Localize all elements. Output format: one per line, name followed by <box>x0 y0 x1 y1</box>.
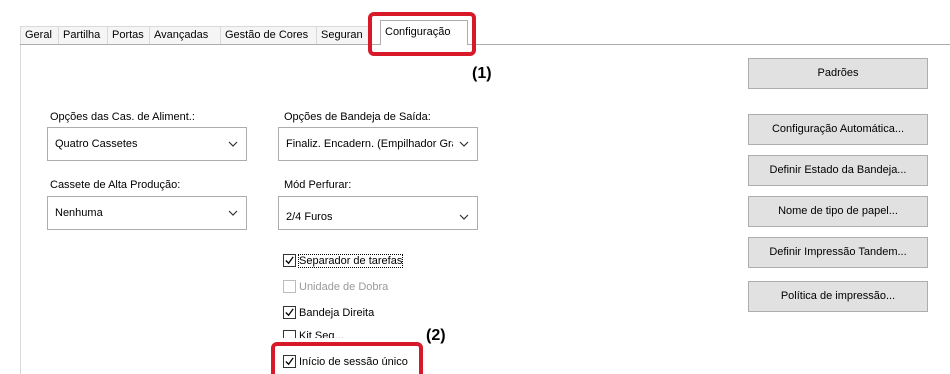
right-tray-checkbox[interactable]: Bandeja Direita <box>283 306 374 319</box>
callout-1: (1) <box>472 65 492 82</box>
paper-source-dropdown[interactable]: Quatro Cassetes <box>47 127 247 161</box>
punch-label: Mód Perfurar: <box>284 179 352 191</box>
callout-2: (2) <box>426 327 446 344</box>
auto-config-button[interactable]: Configuração Automática... <box>748 114 928 145</box>
tab-sharing[interactable]: Partilha <box>58 26 108 44</box>
partial-checkbox[interactable]: Kit Seg... <box>283 330 344 338</box>
fold-unit-label: Unidade de Dobra <box>299 280 389 293</box>
tab-color-management[interactable]: Gestão de Cores <box>220 26 317 44</box>
fold-unit-checkbox[interactable]: Unidade de Dobra <box>283 280 388 293</box>
chevron-down-icon <box>228 210 238 216</box>
tab-security[interactable]: Seguran <box>316 26 372 44</box>
paper-source-value: Quatro Cassetes <box>55 138 138 150</box>
high-capacity-value: Nenhuma <box>55 207 103 219</box>
chevron-down-icon <box>459 141 469 147</box>
punch-value: 2/4 Furos <box>286 211 333 223</box>
tab-advanced[interactable]: Avançadas <box>149 26 221 44</box>
checkmark-icon <box>285 256 294 265</box>
high-capacity-label: Cassete de Alta Produção: <box>50 179 181 191</box>
tray-status-button[interactable]: Definir Estado da Bandeja... <box>748 155 928 186</box>
print-policy-button[interactable]: Política de impressão... <box>748 281 928 312</box>
tab-general[interactable]: Geral <box>20 26 59 44</box>
punch-dropdown[interactable]: 2/4 Furos <box>278 196 478 230</box>
output-tray-dropdown[interactable]: Finaliz. Encadern. (Empilhador Gra <box>278 127 478 161</box>
tab-ports[interactable]: Portas <box>107 26 150 44</box>
output-tray-value: Finaliz. Encadern. (Empilhador Gra <box>286 138 453 150</box>
checkbox-box <box>283 330 296 338</box>
checkmark-icon <box>285 308 294 317</box>
checkbox-box <box>283 306 296 319</box>
right-tray-label: Bandeja Direita <box>299 306 375 319</box>
chevron-down-icon <box>459 214 469 220</box>
chevron-down-icon <box>228 141 238 147</box>
highlight-box-tab <box>368 12 476 56</box>
output-tray-label: Opções de Bandeja de Saída: <box>284 111 431 123</box>
checkbox-box <box>283 254 296 267</box>
job-separator-checkbox[interactable]: Separador de tarefas <box>283 253 404 268</box>
paper-source-label: Opções das Cas. de Aliment.: <box>50 111 195 123</box>
partial-label: Kit Seg... <box>299 330 344 338</box>
tab-divider <box>20 44 950 45</box>
paper-type-name-button[interactable]: Nome de tipo de papel... <box>748 196 928 227</box>
checkbox-box <box>283 280 296 293</box>
defaults-button[interactable]: Padrões <box>748 58 928 89</box>
panel-left-border <box>20 44 21 374</box>
tandem-print-button[interactable]: Definir Impressão Tandem... <box>748 237 928 268</box>
job-separator-label: Separador de tarefas <box>297 253 404 268</box>
high-capacity-dropdown[interactable]: Nenhuma <box>47 196 247 230</box>
highlight-box-checkbox <box>271 342 423 374</box>
